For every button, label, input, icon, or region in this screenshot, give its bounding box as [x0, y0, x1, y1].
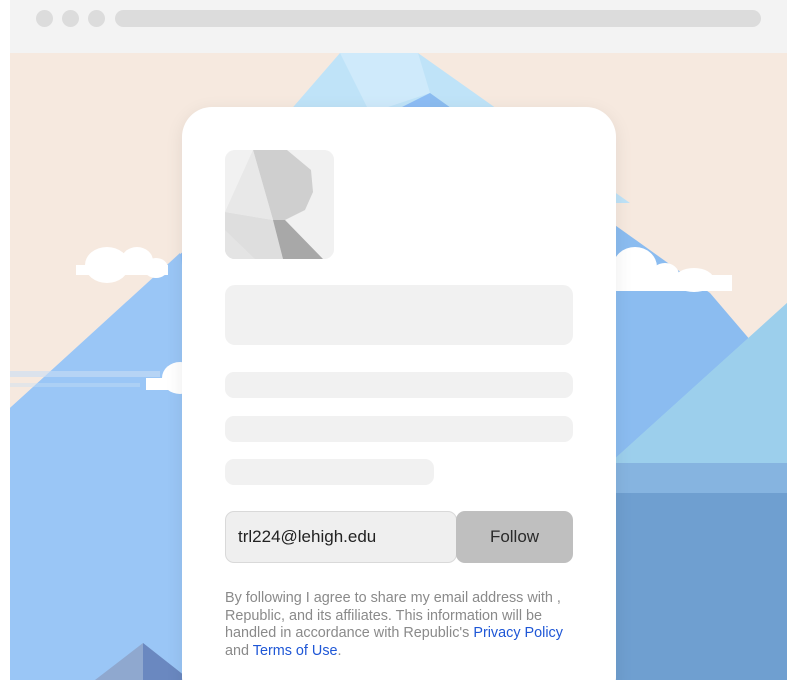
- text-placeholder-line: [225, 416, 573, 442]
- title-placeholder: [225, 285, 573, 345]
- haze-line: [10, 371, 160, 377]
- consent-text-end: .: [337, 642, 342, 659]
- privacy-policy-link[interactable]: Privacy Policy: [473, 625, 563, 641]
- haze-line-2: [10, 383, 140, 387]
- window-minimize-dot[interactable]: [62, 10, 79, 27]
- address-bar[interactable]: [115, 10, 761, 27]
- consent-text: By following I agree to share my email a…: [225, 590, 575, 660]
- republic-logo-icon: [225, 150, 334, 259]
- browser-window: Follow By following I agree to share my …: [10, 0, 787, 680]
- follow-card: Follow By following I agree to share my …: [182, 107, 616, 680]
- window-maximize-dot[interactable]: [88, 10, 105, 27]
- terms-of-use-link[interactable]: Terms of Use: [253, 643, 338, 659]
- email-input[interactable]: [225, 511, 457, 563]
- window-close-dot[interactable]: [36, 10, 53, 27]
- browser-toolbar: [10, 0, 787, 53]
- text-placeholder-line: [225, 372, 573, 398]
- text-placeholder-line: [225, 459, 434, 485]
- consent-text-and: and: [225, 642, 253, 659]
- follow-button[interactable]: Follow: [456, 511, 573, 563]
